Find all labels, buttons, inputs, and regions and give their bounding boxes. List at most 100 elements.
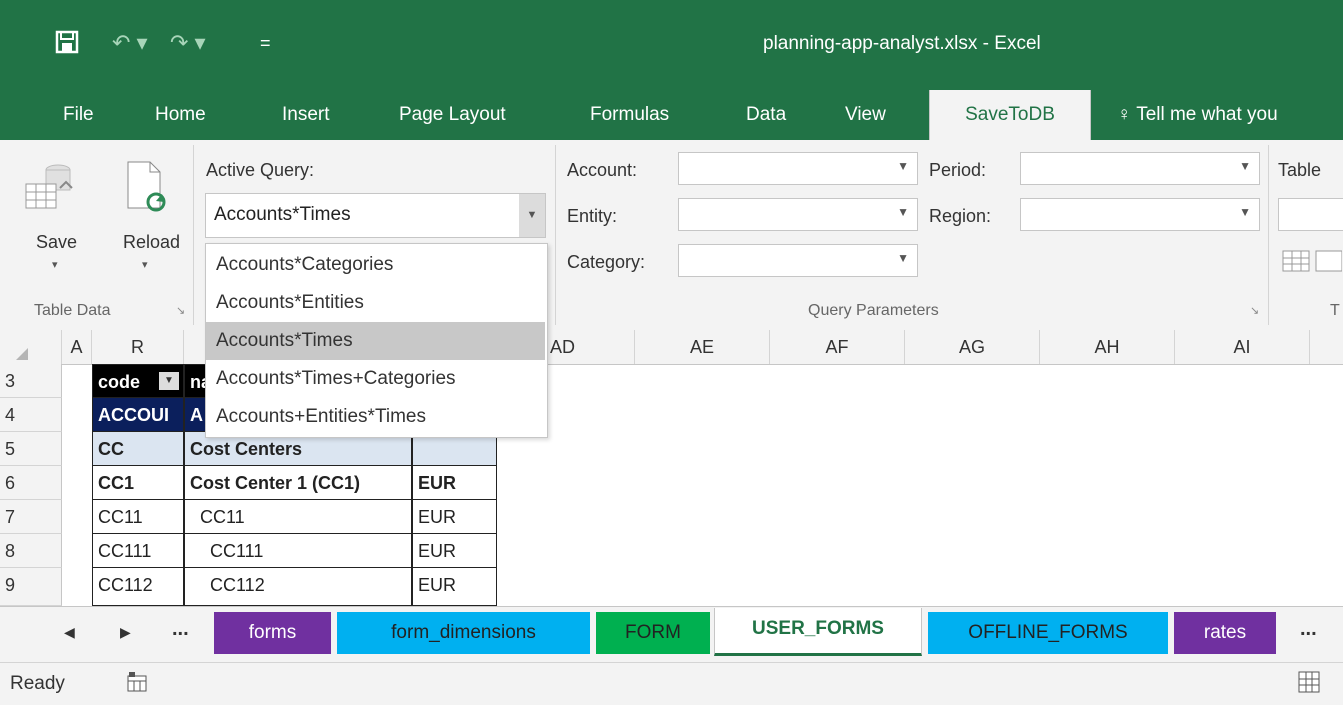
period-label: Period:	[929, 160, 987, 180]
tab-insert[interactable]: Insert	[282, 90, 330, 140]
column-header-a[interactable]: A	[62, 330, 92, 364]
column-header-ah[interactable]: AH	[1040, 330, 1175, 364]
table-grid-icon[interactable]	[1282, 250, 1343, 279]
entity-label: Entity:	[567, 206, 618, 226]
active-query-dropdown-list: Accounts*Categories Accounts*Entities Ac…	[205, 243, 548, 438]
query-parameters-group-label: Query Parameters	[808, 302, 939, 319]
chevron-down-icon: ▼	[1239, 159, 1251, 173]
tab-home[interactable]: Home	[155, 90, 206, 140]
account-select[interactable]: ▼	[678, 152, 918, 185]
dropdown-option[interactable]: Accounts*Entities	[206, 284, 545, 322]
chevron-down-icon: ▼	[1239, 205, 1251, 219]
reload-dropdown-arrow-icon[interactable]: ▾	[142, 258, 148, 271]
table-cell[interactable]: CC	[92, 432, 184, 466]
group-separator	[193, 145, 194, 325]
tab-savetodb[interactable]: SaveToDB	[929, 90, 1091, 140]
category-select[interactable]: ▼	[678, 244, 918, 277]
column-header-r[interactable]: R	[92, 330, 184, 364]
status-bar	[0, 662, 1343, 705]
table-cell[interactable]: EUR	[412, 500, 497, 534]
sheet-more-right-button[interactable]: ...	[1300, 618, 1317, 641]
tab-formulas[interactable]: Formulas	[590, 90, 669, 140]
active-query-dropdown-icon[interactable]: ▼	[519, 194, 545, 237]
lightbulb-icon: ♀	[1117, 104, 1132, 125]
row-header-4[interactable]: 4	[0, 398, 62, 432]
dropdown-option-selected[interactable]: Accounts*Times	[206, 322, 545, 360]
sheet-tab-forms[interactable]: forms	[214, 612, 331, 654]
partial-group-label: T	[1330, 302, 1340, 319]
region-select[interactable]: ▼	[1020, 198, 1260, 231]
tab-view[interactable]: View	[845, 90, 886, 140]
table-cell[interactable]: CC1	[92, 466, 184, 500]
table-cell[interactable]: CC112	[92, 568, 184, 606]
table-cell[interactable]: CC11	[92, 500, 184, 534]
undo-icon[interactable]: ↶ ▾	[112, 30, 148, 56]
row-header-9[interactable]: 9	[0, 568, 62, 606]
status-text: Ready	[10, 673, 65, 694]
column-header-af[interactable]: AF	[770, 330, 905, 364]
sheet-more-left-button[interactable]: ...	[172, 618, 189, 641]
table-label: Table	[1278, 160, 1322, 180]
sheet-next-icon[interactable]: ▶	[120, 624, 131, 641]
reload-button[interactable]	[118, 160, 178, 280]
table-header-code-label: code	[98, 372, 141, 392]
sheet-tab-offline-forms[interactable]: OFFLINE_FORMS	[928, 612, 1168, 654]
tab-file[interactable]: File	[63, 90, 94, 140]
tell-me-search[interactable]: ♀ Tell me what you	[1117, 90, 1278, 140]
period-select[interactable]: ▼	[1020, 152, 1260, 185]
table-cell[interactable]: CC112	[184, 568, 412, 606]
active-query-select[interactable]: Accounts*Times ▼	[205, 193, 546, 238]
column-header-ae[interactable]: AE	[635, 330, 770, 364]
table-header-code[interactable]: code ▼	[92, 364, 184, 398]
table-cell[interactable]: CC111	[184, 534, 412, 568]
save-dropdown-arrow-icon[interactable]: ▾	[52, 258, 58, 271]
save-icon[interactable]	[55, 30, 79, 60]
row-header-8[interactable]: 8	[0, 534, 62, 568]
column-header-ai[interactable]: AI	[1175, 330, 1310, 364]
region-label: Region:	[929, 206, 992, 226]
row-header-7[interactable]: 7	[0, 500, 62, 534]
redo-icon[interactable]: ↷ ▾	[170, 30, 206, 56]
table-cell[interactable]: EUR	[412, 568, 497, 606]
save-label: Save	[36, 232, 78, 252]
table-cell[interactable]: CC11	[184, 500, 412, 534]
table-cell[interactable]: EUR	[412, 534, 497, 568]
save-table-icon	[25, 164, 73, 209]
sheet-tab-form[interactable]: FORM	[596, 612, 710, 654]
normal-view-icon[interactable]	[1298, 671, 1320, 698]
category-label: Category:	[567, 252, 646, 272]
table-cell[interactable]: ACCOUI	[92, 398, 184, 432]
row-header-5[interactable]: 5	[0, 432, 62, 466]
tab-data[interactable]: Data	[746, 90, 786, 140]
table-cell[interactable]: Cost Center 1 (CC1)	[184, 466, 412, 500]
table-cell[interactable]: EUR	[412, 466, 497, 500]
column-header-ag[interactable]: AG	[905, 330, 1040, 364]
row-header-3[interactable]: 3	[0, 364, 62, 398]
window-title: planning-app-analyst.xlsx - Excel	[763, 33, 1041, 54]
chevron-down-icon: ▼	[897, 159, 909, 173]
sheet-prev-icon[interactable]: ◀	[64, 624, 75, 641]
sheet-tab-form-dimensions[interactable]: form_dimensions	[337, 612, 590, 654]
dropdown-option[interactable]: Accounts+Entities*Times	[206, 398, 545, 436]
chevron-down-icon: ▼	[897, 251, 909, 265]
reload-icon	[127, 161, 166, 212]
tell-me-label: Tell me what you	[1136, 104, 1278, 125]
customize-qat-button[interactable]: =	[260, 33, 271, 54]
dropdown-option[interactable]: Accounts*Categories	[206, 246, 545, 284]
dialog-launcher-icon[interactable]: ↘	[176, 304, 185, 317]
sheet-tab-user-forms[interactable]: USER_FORMS	[714, 608, 922, 656]
group-separator	[555, 145, 556, 325]
table-cell[interactable]: CC111	[92, 534, 184, 568]
row-header-6[interactable]: 6	[0, 466, 62, 500]
filter-dropdown-icon[interactable]: ▼	[159, 372, 179, 390]
macro-record-icon[interactable]	[126, 671, 148, 698]
dialog-launcher-icon[interactable]: ↘	[1250, 304, 1259, 317]
tab-page-layout[interactable]: Page Layout	[399, 90, 506, 140]
select-all-corner[interactable]	[0, 330, 62, 364]
table-select[interactable]	[1278, 198, 1343, 231]
group-separator	[1268, 145, 1269, 325]
entity-select[interactable]: ▼	[678, 198, 918, 231]
sheet-tab-rates[interactable]: rates	[1174, 612, 1276, 654]
dropdown-option[interactable]: Accounts*Times+Categories	[206, 360, 545, 398]
chevron-down-icon: ▼	[897, 205, 909, 219]
